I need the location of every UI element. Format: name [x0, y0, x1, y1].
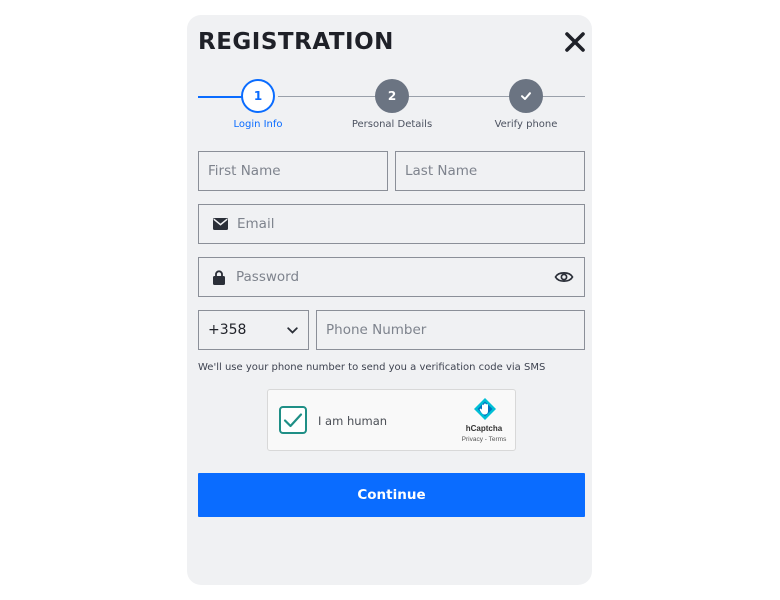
- modal-title: REGISTRATION: [198, 29, 394, 55]
- first-name-input[interactable]: [208, 152, 387, 190]
- chevron-down-icon: [287, 326, 298, 334]
- step-2-label: Personal Details: [351, 119, 433, 130]
- last-name-field[interactable]: [395, 151, 585, 191]
- step-1-label: Login Info: [233, 119, 283, 130]
- close-icon: [565, 32, 585, 52]
- continue-button[interactable]: Continue: [198, 473, 585, 517]
- registration-modal: REGISTRATION 1 Login Info 2 Personal Det…: [187, 15, 592, 585]
- last-name-input[interactable]: [405, 152, 584, 190]
- country-code-select[interactable]: +358: [198, 310, 309, 350]
- captcha-widget: I am human hCaptcha Privacy - Terms: [267, 389, 516, 451]
- captcha-links[interactable]: Privacy - Terms: [452, 436, 516, 443]
- check-icon: [283, 413, 303, 428]
- captcha-label: I am human: [318, 414, 388, 428]
- email-field[interactable]: [198, 204, 585, 244]
- step-3-label: Verify phone: [494, 119, 558, 130]
- email-input[interactable]: [237, 205, 584, 243]
- password-input[interactable]: [236, 258, 554, 296]
- lock-icon: [213, 269, 225, 285]
- captcha-checkbox[interactable]: [279, 406, 307, 434]
- hcaptcha-logo-icon: [474, 398, 496, 420]
- check-icon: [521, 92, 531, 100]
- phone-input[interactable]: [326, 311, 584, 349]
- step-2-number: 2: [387, 89, 397, 103]
- eye-icon[interactable]: [554, 270, 574, 284]
- password-field[interactable]: [198, 257, 585, 297]
- step-1-circle[interactable]: 1: [241, 79, 275, 113]
- captcha-brand: hCaptcha: [465, 424, 503, 433]
- step-1-number: 1: [253, 89, 263, 103]
- step-3-circle[interactable]: [509, 79, 543, 113]
- phone-field[interactable]: [316, 310, 585, 350]
- envelope-icon: [213, 218, 228, 230]
- country-code-value: +358: [208, 322, 247, 338]
- first-name-field[interactable]: [198, 151, 388, 191]
- close-button[interactable]: [563, 30, 587, 54]
- phone-hint-text: We'll use your phone number to send you …: [198, 362, 546, 373]
- progress-stepper: 1 Login Info 2 Personal Details Verify p…: [198, 77, 585, 137]
- step-2-circle[interactable]: 2: [375, 79, 409, 113]
